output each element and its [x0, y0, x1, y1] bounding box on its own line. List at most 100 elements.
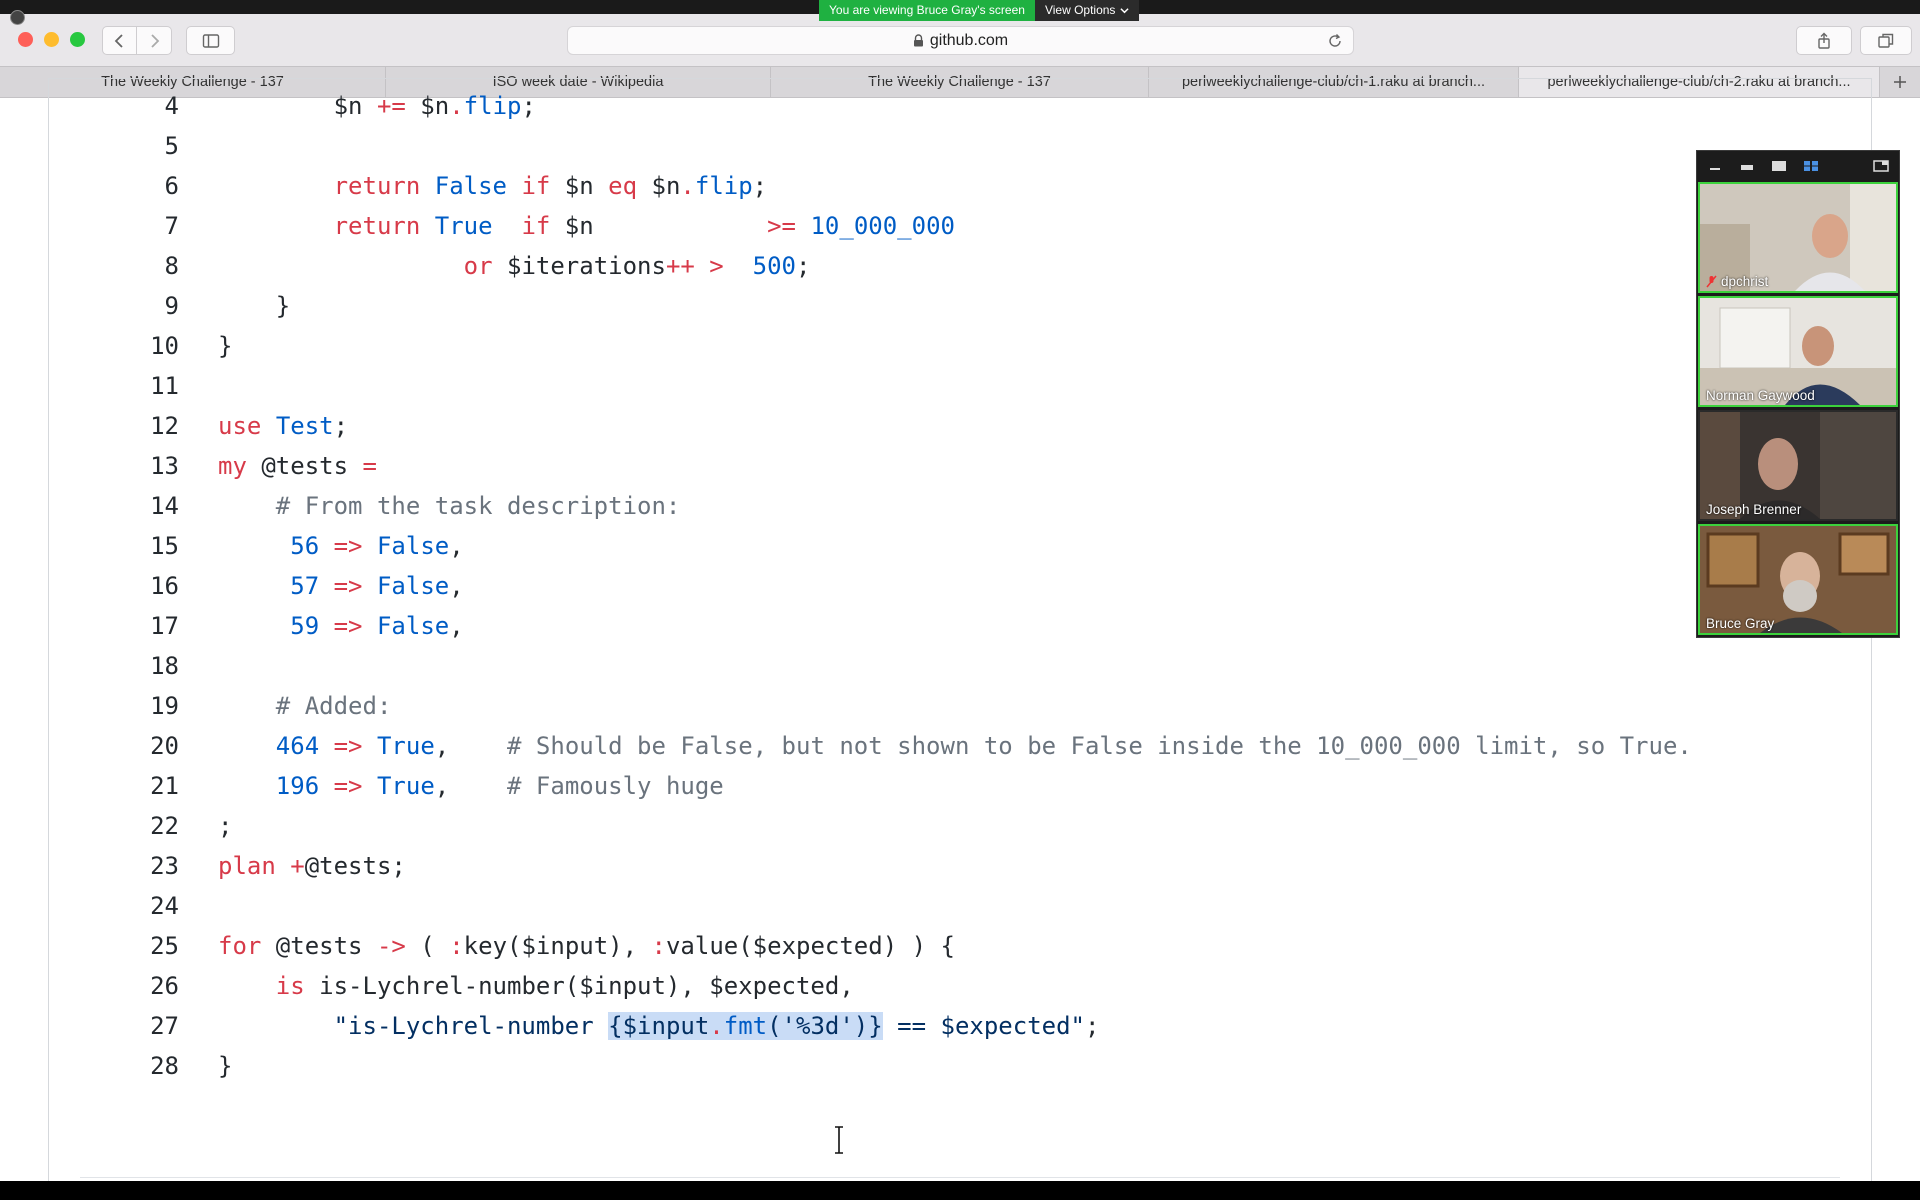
token-kw: >= — [767, 212, 797, 240]
line-number[interactable]: 12 — [129, 406, 179, 446]
forward-button[interactable] — [137, 26, 172, 55]
participant-tile[interactable]: dpchrist — [1698, 182, 1898, 293]
token: @tests — [246, 452, 363, 480]
token-kw: => — [333, 612, 363, 640]
line-number[interactable]: 25 — [129, 926, 179, 966]
token-cm: # From the task description: — [275, 492, 681, 520]
token-kw: return — [333, 212, 421, 240]
line-number[interactable]: 4 — [129, 86, 179, 126]
forward-icon — [151, 33, 160, 48]
token-kw: > — [709, 252, 724, 280]
reload-icon[interactable] — [1327, 33, 1343, 49]
token-num: 500 — [752, 252, 797, 280]
minimize-icon[interactable] — [1707, 160, 1723, 172]
token: ; — [796, 252, 811, 280]
pop-out-icon[interactable] — [1873, 160, 1889, 172]
token: , — [434, 732, 508, 760]
window-close-button[interactable] — [18, 32, 33, 47]
muted-mic-icon — [1706, 275, 1717, 288]
line-number[interactable]: 19 — [129, 686, 179, 726]
line-number[interactable]: 23 — [129, 846, 179, 886]
token-fn: flip — [694, 172, 753, 200]
line-number[interactable]: 7 — [129, 206, 179, 246]
token: is-Lychrel-number($input), $expected, — [304, 972, 854, 1000]
address-bar[interactable]: github.com — [567, 26, 1354, 55]
line-number[interactable]: 24 — [129, 886, 179, 926]
viewing-screen-label: You are viewing Bruce Gray's screen — [819, 0, 1035, 21]
code-text: 59 => False, — [218, 606, 463, 646]
view-options-label: View Options — [1044, 3, 1116, 17]
participant-name: dpchrist — [1721, 274, 1769, 289]
line-number[interactable]: 18 — [129, 646, 179, 686]
gallery-view-icon[interactable] — [1803, 160, 1819, 172]
token-cm: # Added: — [275, 692, 392, 720]
line-number[interactable]: 11 — [129, 366, 179, 406]
line-number[interactable]: 5 — [129, 126, 179, 166]
info-icon[interactable] — [10, 10, 25, 25]
line-number[interactable]: 6 — [129, 166, 179, 206]
token: } — [218, 292, 291, 320]
token-kw: => — [333, 532, 363, 560]
tab-overview-button[interactable] — [1860, 26, 1912, 55]
participant-tile[interactable]: Bruce Gray — [1698, 524, 1898, 635]
token-hl: ('%3d')} — [767, 1012, 883, 1040]
line-number[interactable]: 27 — [129, 1006, 179, 1046]
token-kw: plan — [218, 852, 276, 880]
token: value($expected) ) { — [665, 932, 955, 960]
new-tab-button[interactable] — [1880, 67, 1920, 97]
token-kw: . — [680, 172, 695, 200]
line-number[interactable]: 28 — [129, 1046, 179, 1086]
line-number[interactable]: 15 — [129, 526, 179, 566]
line-number[interactable]: 13 — [129, 446, 179, 486]
participant-name: Norman Gaywood — [1706, 388, 1815, 403]
line-number[interactable]: 26 — [129, 966, 179, 1006]
token-kw: => — [333, 572, 363, 600]
speaker-view-icon[interactable] — [1771, 160, 1787, 172]
token-hlkw: . — [709, 1012, 724, 1040]
token: $n — [405, 92, 450, 120]
participant-tile[interactable]: Norman Gaywood — [1698, 296, 1898, 407]
token: ; — [752, 172, 768, 200]
token: ; — [521, 92, 536, 120]
window-zoom-button[interactable] — [70, 32, 85, 47]
token-kw: -> — [376, 932, 406, 960]
line-number[interactable]: 22 — [129, 806, 179, 846]
line-number[interactable]: 10 — [129, 326, 179, 366]
line-number[interactable]: 21 — [129, 766, 179, 806]
participant-tile[interactable]: Joseph Brenner — [1698, 410, 1898, 521]
token: @tests — [261, 932, 377, 960]
share-button[interactable] — [1796, 26, 1852, 55]
line-number[interactable]: 16 — [129, 566, 179, 606]
code-text: is is-Lychrel-number($input), $expected, — [218, 966, 854, 1006]
token: , — [449, 572, 464, 600]
footer-divider — [80, 1177, 1840, 1178]
code-viewer: 4 $n += $n.flip; 5 6 return False if $n eq… — [48, 78, 1872, 1194]
line-number[interactable]: 9 — [129, 286, 179, 326]
page-content: 4 $n += $n.flip; 5 6 return False if $n eq… — [0, 78, 1920, 1194]
strip-view-icon[interactable] — [1739, 160, 1755, 172]
token: @tests; — [304, 852, 406, 880]
view-options-button[interactable]: View Options — [1034, 0, 1140, 21]
line-number[interactable]: 14 — [129, 486, 179, 526]
line-number[interactable]: 8 — [129, 246, 179, 286]
window-minimize-button[interactable] — [44, 32, 59, 47]
back-button[interactable] — [102, 26, 137, 55]
sidebar-toggle-button[interactable] — [186, 26, 235, 55]
participant-name-row: dpchrist — [1706, 274, 1768, 289]
token-kw: is — [275, 972, 305, 1000]
line-number[interactable]: 17 — [129, 606, 179, 646]
code-text: # From the task description: — [218, 486, 681, 526]
line-number[interactable]: 20 — [129, 726, 179, 766]
